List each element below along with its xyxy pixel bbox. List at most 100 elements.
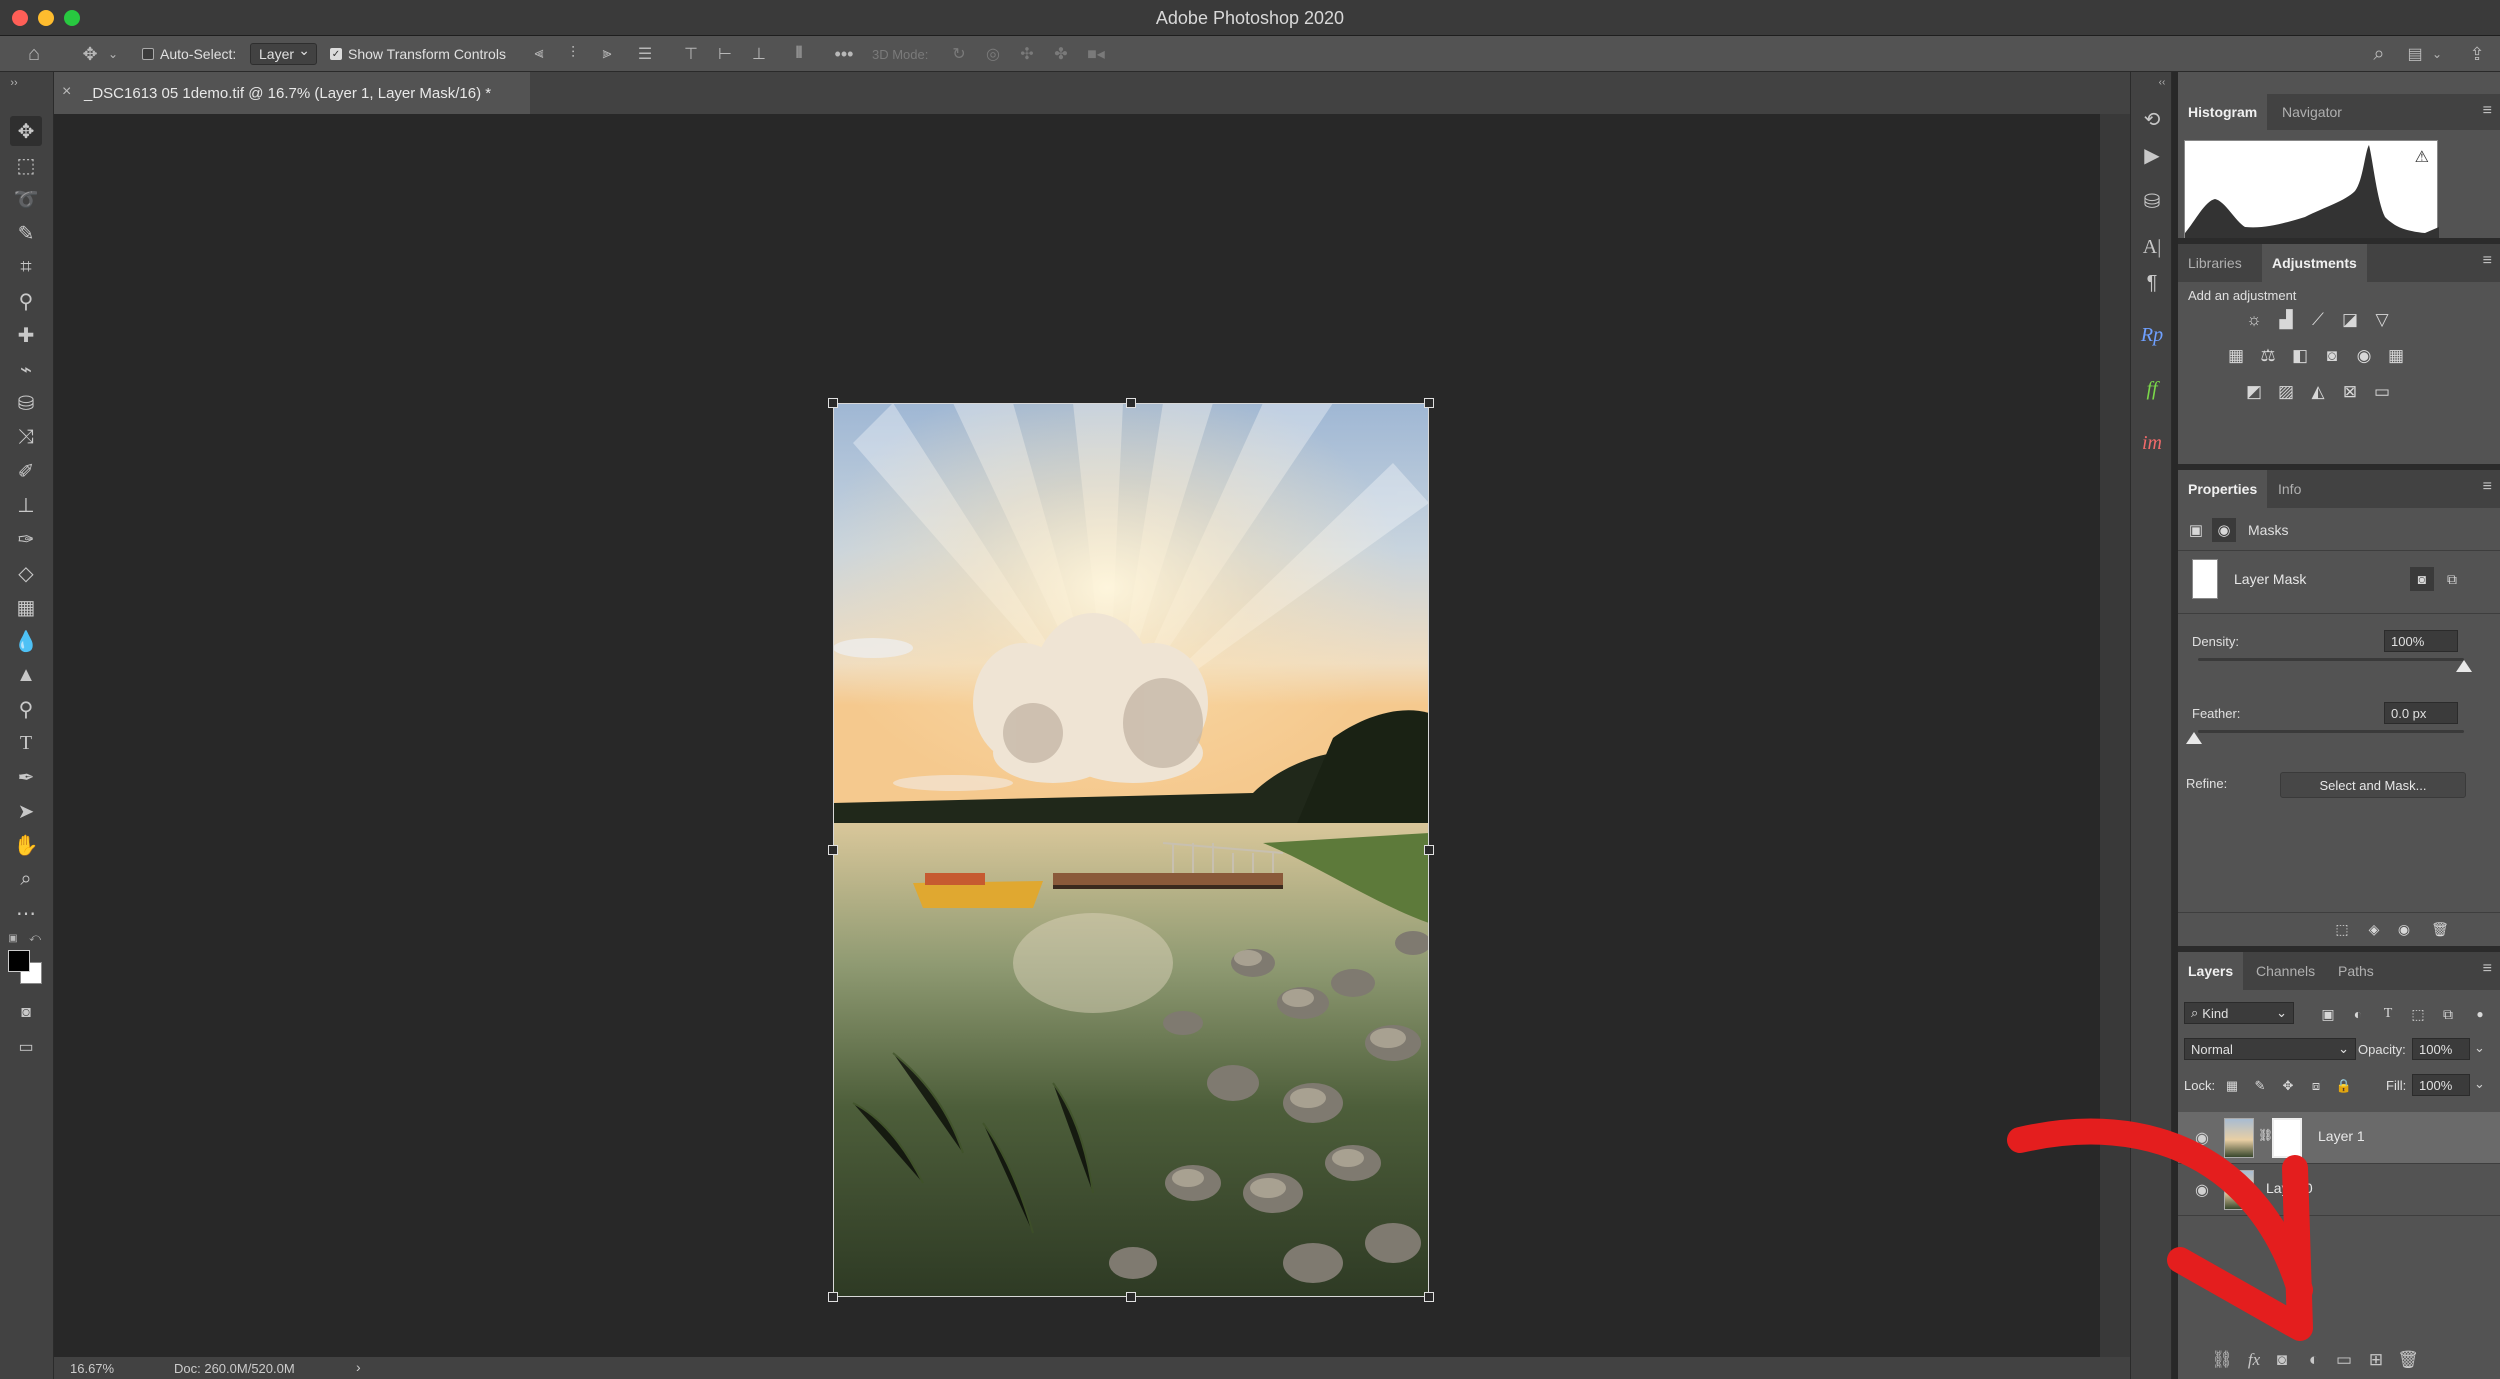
hue-saturation-icon[interactable]: ▦ xyxy=(2224,344,2248,368)
search-icon[interactable]: ⌕ xyxy=(2366,42,2392,66)
home-icon[interactable]: ⌂ xyxy=(20,42,48,66)
status-menu-icon[interactable]: › xyxy=(356,1359,361,1375)
foreground-color-swatch[interactable] xyxy=(8,950,30,972)
move-tool-preset-icon[interactable]: ✥ xyxy=(76,42,104,66)
crop-tool-icon[interactable]: ⌗ xyxy=(10,252,42,282)
actions-panel-icon[interactable]: ▶ xyxy=(2137,140,2167,170)
rp-plugin-icon[interactable]: Rp xyxy=(2137,320,2167,350)
align-right-icon[interactable]: ⫸ xyxy=(596,44,618,64)
edit-toolbar-icon[interactable]: ⋯ xyxy=(10,898,42,928)
tab-channels[interactable]: Channels xyxy=(2246,952,2325,990)
filter-smart-object-icon[interactable]: ⧉ xyxy=(2436,1002,2460,1026)
panel-menu-icon[interactable]: ≡ xyxy=(2483,478,2492,496)
show-transform-checkbox[interactable]: ✓ Show Transform Controls xyxy=(330,36,506,72)
color-lookup-icon[interactable]: ▦ xyxy=(2384,344,2408,368)
blur-tool-icon[interactable]: 💧 xyxy=(10,626,42,656)
tab-navigator[interactable]: Navigator xyxy=(2272,94,2352,130)
tab-layers[interactable]: Layers xyxy=(2178,952,2244,990)
apply-mask-footer-icon[interactable]: ◈ xyxy=(2362,917,2386,941)
align-top-icon[interactable]: ⊤ xyxy=(680,44,702,64)
delete-layer-icon[interactable]: 🗑 xyxy=(2396,1348,2420,1372)
camera-3d-icon[interactable]: ■◂ xyxy=(1084,44,1108,64)
auto-select-checkbox[interactable]: Auto-Select: xyxy=(142,36,236,72)
lock-image-icon[interactable]: ✎ xyxy=(2248,1074,2272,1098)
panel-menu-icon[interactable]: ≡ xyxy=(2483,102,2492,120)
canvas-scrollbar[interactable] xyxy=(2100,114,2130,1357)
hand-tool-icon[interactable]: ✋ xyxy=(10,830,42,860)
history-panel-icon[interactable]: ⟲ xyxy=(2137,104,2167,134)
paragraph-panel-icon[interactable]: ¶ xyxy=(2137,268,2167,298)
collapse-panels-icon[interactable]: ‹‹ xyxy=(2155,76,2169,88)
chevron-down-icon[interactable]: ⌄ xyxy=(2430,44,2444,64)
density-slider-thumb[interactable] xyxy=(2456,660,2472,672)
fill-field[interactable]: 100% xyxy=(2412,1074,2470,1096)
filter-toggle-icon[interactable]: ● xyxy=(2468,1002,2492,1026)
photo-filter-icon[interactable]: ◙ xyxy=(2320,344,2344,368)
transform-handle-top-left[interactable] xyxy=(828,398,838,408)
clone-source-icon[interactable]: ⛁ xyxy=(2137,186,2167,216)
feather-slider-track[interactable] xyxy=(2198,730,2464,733)
quick-selection-tool-icon[interactable]: ✎ xyxy=(10,218,42,248)
eye-icon[interactable]: ◉ xyxy=(2392,917,2416,941)
transform-handle-top-right[interactable] xyxy=(1424,398,1434,408)
new-group-icon[interactable]: ▭ xyxy=(2332,1348,2356,1372)
posterize-icon[interactable]: ▨ xyxy=(2274,380,2298,404)
more-options-icon[interactable]: ••• xyxy=(832,44,856,64)
link-layers-icon[interactable]: ⛓ xyxy=(2210,1348,2234,1372)
quick-mask-icon[interactable]: ◙ xyxy=(10,998,42,1028)
transform-handle-bottom-center[interactable] xyxy=(1126,1292,1136,1302)
align-left-icon[interactable]: ⫷ xyxy=(528,44,550,64)
select-mask-icon[interactable]: ◙ xyxy=(2410,567,2434,591)
lock-transparent-icon[interactable]: ▦ xyxy=(2220,1074,2244,1098)
density-field[interactable]: 100% xyxy=(2384,630,2458,652)
share-icon[interactable]: ⇪ xyxy=(2464,42,2490,66)
sharpen-tool-icon[interactable]: ▲ xyxy=(10,660,42,690)
slide-3d-icon[interactable]: ✤ xyxy=(1050,44,1072,64)
color-balance-icon[interactable]: ⚖ xyxy=(2256,344,2280,368)
default-colors-icon[interactable]: ▣ xyxy=(6,932,20,944)
visibility-eye-icon[interactable]: ◉ xyxy=(2192,1180,2212,1200)
tab-adjustments[interactable]: Adjustments xyxy=(2262,244,2367,282)
layer-row-layer-1[interactable]: ◉ ⛓ Layer 1 xyxy=(2178,1112,2500,1164)
character-panel-icon[interactable]: A| xyxy=(2137,232,2167,262)
filter-shape-icon[interactable]: ⬚ xyxy=(2406,1002,2430,1026)
brightness-contrast-icon[interactable]: ☼ xyxy=(2242,308,2266,332)
threshold-icon[interactable]: ◭ xyxy=(2306,380,2330,404)
trash-icon[interactable]: 🗑 xyxy=(2428,917,2452,941)
pixel-mask-icon[interactable]: ▣ xyxy=(2184,518,2208,542)
screen-mode-icon[interactable]: ▭ xyxy=(10,1032,42,1062)
channel-mixer-icon[interactable]: ◉ xyxy=(2352,344,2376,368)
healing-brush-tool-icon[interactable]: ✚ xyxy=(10,320,42,350)
document-tab[interactable]: × _DSC1613 05 1demo.tif @ 16.7% (Layer 1… xyxy=(54,72,530,114)
new-layer-icon[interactable]: ⊞ xyxy=(2364,1348,2388,1372)
lasso-tool-icon[interactable]: ➰ xyxy=(10,184,42,214)
gradient-tool-icon[interactable]: ▦ xyxy=(10,592,42,622)
warning-triangle-icon[interactable]: ⚠ xyxy=(2415,147,2429,167)
paint-brush-icon[interactable]: ✐ xyxy=(10,456,42,486)
filter-type-icon[interactable]: T xyxy=(2376,1002,2400,1026)
filter-pixel-icon[interactable]: ▣ xyxy=(2316,1002,2340,1026)
ff-plugin-icon[interactable]: ff xyxy=(2137,374,2167,404)
gradient-map-icon[interactable]: ▭ xyxy=(2370,380,2394,404)
invert-icon[interactable]: ◩ xyxy=(2242,380,2266,404)
layer-row-layer-0[interactable]: ◉ Layer 0 xyxy=(2178,1164,2500,1216)
black-white-icon[interactable]: ◧ xyxy=(2288,344,2312,368)
auto-select-check[interactable] xyxy=(142,48,154,60)
im-plugin-icon[interactable]: im xyxy=(2137,428,2167,458)
roll-3d-icon[interactable]: ◎ xyxy=(982,44,1004,64)
tab-properties[interactable]: Properties xyxy=(2178,470,2268,508)
zoom-level[interactable]: 16.67% xyxy=(70,1361,114,1376)
art-history-brush-icon[interactable]: ✑ xyxy=(10,524,42,554)
opacity-field[interactable]: 100% xyxy=(2412,1038,2470,1060)
layer-name[interactable]: Layer 0 xyxy=(2266,1180,2313,1196)
layer-mask-thumbnail[interactable] xyxy=(2272,1118,2302,1158)
transform-handle-bottom-right[interactable] xyxy=(1424,1292,1434,1302)
move-tool-icon[interactable]: ✥ xyxy=(10,116,42,146)
drag-3d-icon[interactable]: ✣ xyxy=(1016,44,1038,64)
align-middle-icon[interactable]: ⊢ xyxy=(714,44,736,64)
orbit-3d-icon[interactable]: ↻ xyxy=(948,44,970,64)
stamp-icon[interactable]: ⊥ xyxy=(10,490,42,520)
chevron-down-icon[interactable]: ⌄ xyxy=(106,44,120,64)
select-and-mask-button[interactable]: Select and Mask... xyxy=(2280,772,2466,798)
close-icon[interactable]: × xyxy=(62,83,71,101)
